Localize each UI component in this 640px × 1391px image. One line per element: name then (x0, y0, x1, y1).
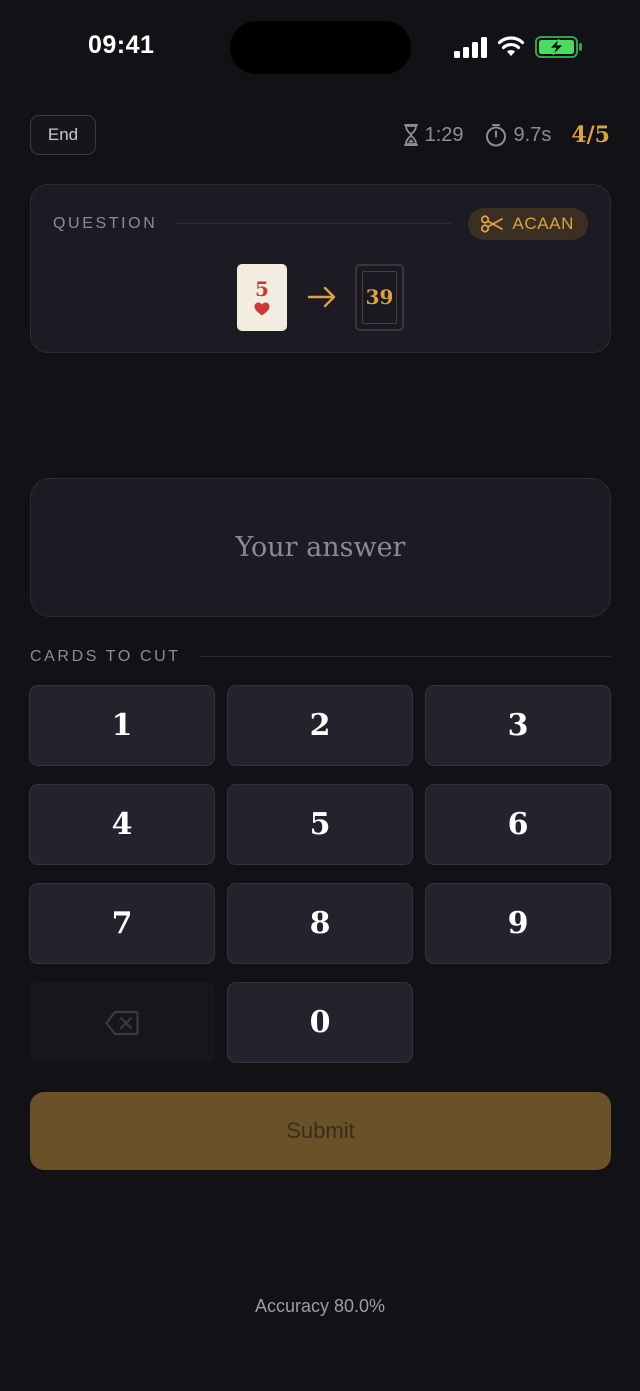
time-remaining: 1:29 (403, 124, 464, 147)
key-7[interactable]: 7 (29, 883, 215, 964)
key-5[interactable]: 5 (227, 784, 413, 865)
answer-field[interactable]: Your answer (30, 478, 611, 617)
hourglass-icon (403, 124, 418, 146)
status-time: 09:41 (88, 31, 155, 59)
scissors-icon (481, 215, 504, 233)
session-stats: 1:29 9.7s 4/5 (403, 119, 610, 151)
submit-button[interactable]: Submit (30, 1092, 611, 1170)
key-9[interactable]: 9 (425, 883, 611, 964)
key-6[interactable]: 6 (425, 784, 611, 865)
question-progress: 4/5 (571, 122, 610, 148)
key-8[interactable]: 8 (227, 883, 413, 964)
mode-badge: ACAAN (468, 208, 588, 240)
key-4[interactable]: 4 (29, 784, 215, 865)
average-time-value: 9.7s (513, 123, 552, 146)
question-label: QUESTION (53, 215, 158, 232)
keypad-divider (200, 656, 611, 657)
wifi-icon (497, 36, 525, 56)
cellular-signal-icon (454, 37, 487, 58)
key-3[interactable]: 3 (425, 685, 611, 766)
heart-suit-icon (254, 302, 270, 315)
keypad-label: CARDS TO CUT (30, 648, 181, 665)
accuracy-text: Accuracy 80.0% (254, 1296, 386, 1316)
mode-label: ACAAN (512, 214, 574, 233)
key-1[interactable]: 1 (29, 685, 215, 766)
playing-card: 5 (237, 263, 287, 331)
question-cards: 5 39 (31, 263, 610, 331)
arrow-right-icon (307, 286, 336, 308)
key-0[interactable]: 0 (227, 982, 413, 1063)
answer-placeholder: Your answer (235, 532, 406, 563)
target-position-card: 39 (355, 263, 404, 331)
card-rank: 5 (255, 276, 269, 301)
key-2[interactable]: 2 (227, 685, 413, 766)
average-time: 9.7s (484, 123, 552, 147)
backspace-icon (105, 1010, 139, 1035)
battery-charging-icon (535, 36, 582, 58)
status-bar: 09:41 (0, 0, 640, 96)
delete-button[interactable] (29, 982, 215, 1063)
target-position-value: 39 (365, 285, 394, 309)
question-card: QUESTION ACAAN 5 39 (30, 184, 611, 353)
time-remaining-value: 1:29 (424, 123, 464, 146)
end-button[interactable]: End (30, 115, 96, 155)
stopwatch-icon (485, 124, 506, 147)
question-divider (177, 223, 451, 224)
dynamic-island (230, 21, 411, 74)
